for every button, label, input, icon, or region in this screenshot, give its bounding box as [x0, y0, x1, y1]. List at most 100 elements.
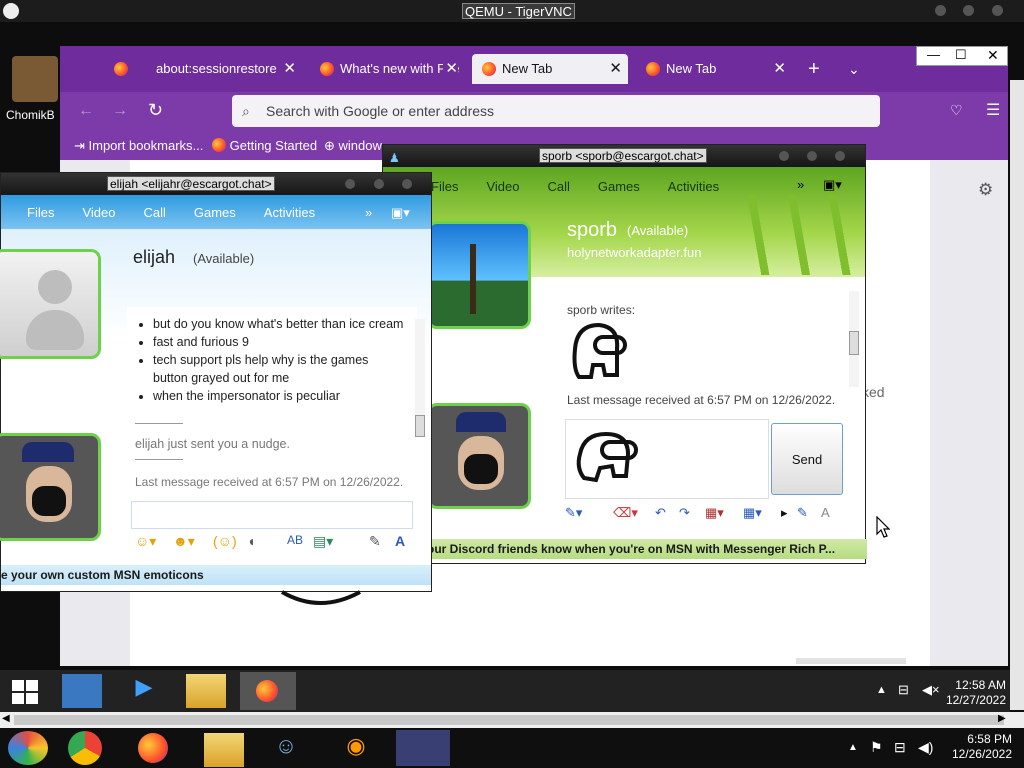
firefox-taskbar-icon[interactable]	[240, 672, 296, 710]
vnc-minimize-button[interactable]	[935, 5, 946, 16]
menu-video[interactable]: Video	[82, 205, 115, 220]
firefox-menu-icon[interactable]	[110, 54, 134, 84]
windows-start-icon[interactable]	[6, 674, 46, 708]
close-button[interactable]	[835, 151, 845, 161]
minimize-button[interactable]	[779, 151, 789, 161]
tab-new-tab[interactable]: New Tab ✕	[636, 54, 792, 84]
vnc-window-taskbar-icon[interactable]	[396, 730, 450, 766]
vnc-maximize-button[interactable]	[963, 5, 974, 16]
pen-icon[interactable]: ✎▾	[565, 505, 582, 521]
scroll-right-arrow[interactable]: ▶	[998, 713, 1006, 724]
nudge-icon[interactable]: (☺)	[213, 533, 237, 549]
scrollbar-track[interactable]	[415, 319, 425, 437]
tab-whats-new[interactable]: What's new with Fire ✕	[310, 54, 464, 84]
menu-files[interactable]: Files	[431, 179, 458, 194]
file-manager-icon[interactable]	[204, 733, 244, 767]
elijah-compose-area[interactable]	[131, 501, 413, 529]
grid-icon[interactable]: ▦▾	[705, 505, 724, 521]
close-icon[interactable]: ✕	[283, 54, 296, 84]
pencil-icon[interactable]: ✎	[797, 505, 808, 521]
redo-icon[interactable]: ↷	[679, 505, 690, 521]
elijah-ad-bar[interactable]: e your own custom MSN emoticons	[1, 565, 431, 585]
more-arrow-icon[interactable]: ▸	[781, 505, 788, 521]
scrollbar-track[interactable]	[849, 291, 859, 387]
menu-call[interactable]: Call	[143, 205, 165, 220]
host-volume-icon[interactable]: ◀)	[918, 739, 933, 756]
menu-games[interactable]: Games	[194, 205, 236, 220]
people-icon[interactable]: ☺	[266, 733, 306, 767]
close-button[interactable]	[402, 179, 412, 189]
close-button[interactable]: ✕	[987, 47, 999, 64]
settings-gear-icon[interactable]: ⚙	[978, 180, 993, 200]
table-icon[interactable]: ▦▾	[743, 505, 762, 521]
sporb-compose-area[interactable]	[565, 419, 769, 499]
menu-files[interactable]: Files	[27, 205, 54, 220]
tab-session-restore[interactable]: about:sessionrestore ✕	[146, 54, 302, 84]
tab-list-chevron-icon[interactable]: ⌄	[848, 54, 860, 84]
close-icon[interactable]: ✕	[443, 54, 458, 84]
sporb-ad-bar[interactable]: our Discord friends know when you're on …	[427, 539, 867, 559]
minimize-button[interactable]: —	[927, 47, 940, 62]
background-icon[interactable]: ▤▾	[313, 533, 333, 550]
pocket-icon[interactable]: ♡	[950, 102, 963, 119]
font-icon[interactable]: A	[821, 505, 830, 520]
options-icon[interactable]: ▣▾	[391, 205, 410, 221]
powershell-icon[interactable]: ▶	[124, 674, 164, 708]
menu-activities[interactable]: Activities	[668, 179, 719, 194]
more-chevron-icon[interactable]: »	[365, 205, 372, 220]
scroll-thumb[interactable]	[14, 715, 1004, 725]
guest-clock[interactable]: 12:58 AM 12/27/2022	[930, 678, 1006, 708]
emoticon-icon[interactable]: ☺▾	[135, 533, 156, 550]
more-chevron-icon[interactable]: »	[797, 177, 804, 192]
flag-icon[interactable]: ⚑	[870, 739, 883, 756]
close-icon[interactable]: ✕	[609, 54, 622, 84]
file-explorer-icon[interactable]	[186, 674, 226, 708]
hamburger-menu-icon[interactable]: ☰	[986, 100, 1000, 120]
back-arrow-icon[interactable]: ←	[78, 102, 94, 120]
reload-icon[interactable]: ↻	[148, 100, 163, 121]
forward-arrow-icon[interactable]: →	[112, 102, 128, 120]
pencil-icon[interactable]: ✎	[369, 533, 381, 550]
vnc-close-button[interactable]	[992, 5, 1003, 16]
menu-video[interactable]: Video	[486, 179, 519, 194]
voice-clip-icon[interactable]: ◖	[247, 533, 255, 549]
font-icon[interactable]: A	[395, 533, 405, 549]
menu-call[interactable]: Call	[547, 179, 569, 194]
minimize-button[interactable]	[345, 179, 355, 189]
bookmark-getting-started[interactable]: Getting Started	[212, 132, 317, 160]
scrollbar-right[interactable]	[1010, 80, 1024, 710]
scroll-thumb[interactable]	[415, 415, 425, 437]
scroll-left-arrow[interactable]: ◀	[2, 713, 10, 724]
host-network-icon[interactable]: ⊟	[894, 739, 906, 756]
firefox-host-icon[interactable]	[134, 731, 174, 765]
server-manager-icon[interactable]	[62, 674, 102, 708]
tab-new-tab-active[interactable]: New Tab ✕	[472, 54, 628, 84]
elijah-titlebar[interactable]: elijah <elijahr@escargot.chat>	[1, 173, 431, 195]
host-clock[interactable]: 6:58 PM 12/26/2022	[936, 732, 1012, 762]
scroll-thumb[interactable]	[849, 331, 859, 355]
maximize-button[interactable]: ☐	[955, 47, 967, 63]
menu-games[interactable]: Games	[598, 179, 640, 194]
maximize-button[interactable]	[807, 151, 817, 161]
chrome-icon[interactable]	[68, 731, 102, 765]
chomik-desktop-icon[interactable]	[12, 56, 58, 102]
horizontal-scroll-thumb[interactable]	[796, 658, 906, 664]
tigervnc-icon[interactable]: ◉	[336, 733, 376, 767]
address-bar[interactable]: ⌕ Search with Google or enter address	[232, 95, 880, 127]
sporb-titlebar[interactable]: ♟ sporb <sporb@escargot.chat>	[383, 145, 865, 167]
maximize-button[interactable]	[374, 179, 384, 189]
menu-activities[interactable]: Activities	[264, 205, 315, 220]
host-tray-chevron-icon[interactable]: ▲	[848, 742, 858, 753]
eraser-icon[interactable]: ⌫▾	[613, 505, 638, 521]
options-icon[interactable]: ▣▾	[823, 177, 842, 193]
send-button[interactable]: Send	[771, 423, 843, 495]
app-launcher-icon[interactable]	[8, 731, 48, 765]
font-style-icon[interactable]: AB	[287, 533, 303, 547]
network-icon[interactable]: ⊟	[898, 682, 909, 698]
close-icon[interactable]: ✕	[773, 54, 786, 84]
wink-icon[interactable]: ☻▾	[173, 533, 195, 550]
tray-chevron-icon[interactable]: ▲	[876, 684, 887, 696]
new-tab-plus-icon[interactable]: +	[808, 54, 820, 84]
vnc-horizontal-scrollbar[interactable]: ◀ ▶	[0, 712, 1024, 728]
bookmark-window[interactable]: ⊕ window	[324, 132, 382, 160]
